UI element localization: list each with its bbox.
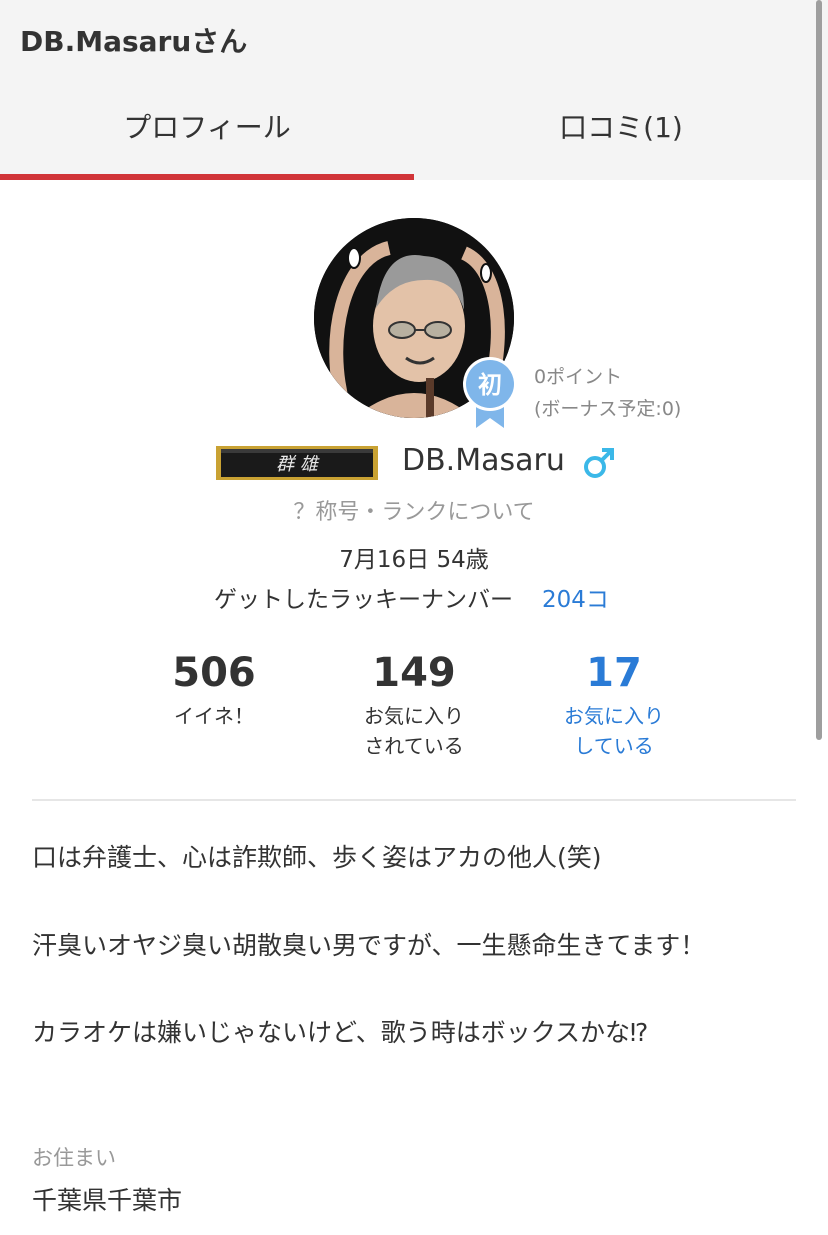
badge-text: 初 — [478, 371, 502, 399]
bonus-value: (ボーナス予定:0) — [534, 398, 682, 420]
favorited-by-stat: 149 お気に入り されている — [314, 645, 514, 761]
lucky-number-count[interactable]: 204コ — [542, 580, 609, 614]
active-tab-indicator — [0, 174, 414, 180]
lucky-number-label: ゲットしたラッキーナンバー — [214, 587, 513, 613]
male-icon — [582, 446, 616, 480]
residence-label: お住まい — [32, 1146, 116, 1170]
username: DB.Masaru — [402, 443, 565, 478]
rank-info-link[interactable]: ？称号・ランクについて — [0, 494, 828, 526]
rank-title: 群 雄 — [276, 454, 320, 475]
rank-plate: 群 雄 — [216, 446, 378, 480]
likes-label: イイネ！ — [174, 704, 254, 728]
tab-profile[interactable]: プロフィール — [0, 106, 414, 146]
page-title: DB.Masaruさん — [20, 25, 248, 58]
residence-value: 千葉県千葉市 — [32, 1186, 183, 1215]
section-divider — [32, 799, 796, 801]
intro-line: 汗臭いオヤジ臭い胡散臭い男ですが、一生懸命生きてます！ — [32, 931, 706, 960]
points-value: 0ポイント — [534, 366, 623, 388]
newcomer-badge: 初 — [462, 356, 518, 428]
tab-reviews[interactable]: 口コミ(1) — [414, 106, 828, 146]
favoriting-label[interactable]: お気に入り している — [514, 701, 714, 761]
intro-line: カラオケは嫌いじゃないけど、歌う時はボックスかな⁉ — [32, 1018, 649, 1047]
header-bar: DB.Masaruさん プロフィール 口コミ(1) — [0, 0, 828, 180]
scrollbar[interactable] — [816, 0, 822, 740]
likes-stat: 506 イイネ！ — [114, 645, 314, 731]
favorited-by-label: お気に入り されている — [364, 704, 464, 758]
favoriting-stat[interactable]: 17 お気に入り している — [514, 645, 714, 761]
likes-count: 506 — [172, 650, 256, 696]
favorited-by-count: 149 — [372, 650, 456, 696]
favoriting-count[interactable]: 17 — [514, 645, 714, 701]
intro-line: 口は弁護士、心は詐欺師、歩く姿はアカの他人(笑) — [32, 843, 602, 872]
points-info: 0ポイント (ボーナス予定:0) — [534, 361, 681, 425]
birthday-age: 7月16日 54歳 — [339, 547, 489, 573]
